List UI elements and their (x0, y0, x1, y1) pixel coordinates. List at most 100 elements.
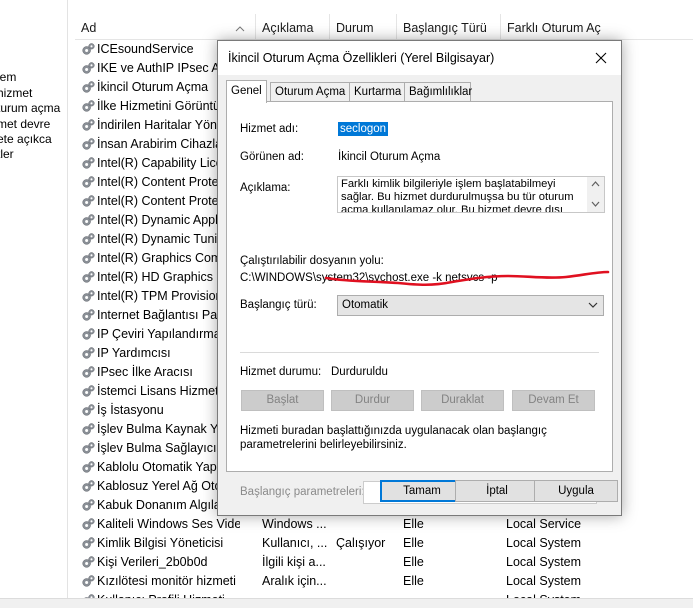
dialog-title: İkincil Oturum Açma Özellikleri (Yerel B… (228, 51, 495, 65)
description-textbox[interactable]: Farklı kimlik bilgileriyle işlem başlata… (337, 176, 605, 213)
description-pane-line: met devre (0, 117, 51, 131)
service-description-cell: İlgili kişi a... (262, 555, 326, 569)
horizontal-scrollbar[interactable] (0, 598, 693, 608)
service-name-cell: Kızılötesi monitör hizmeti (97, 574, 236, 588)
service-log-on-as-cell: Local System (506, 555, 582, 569)
service-description-cell: Kullanıcı, ... (262, 536, 328, 550)
description-pane-line: hizmet (0, 86, 33, 100)
stop-button[interactable]: Durdur (331, 390, 414, 411)
service-name-cell: Kimlik Bilgisi Yöneticisi (97, 536, 224, 550)
gear-icon (81, 574, 96, 589)
sort-ascending-icon (235, 26, 245, 32)
description-label: Açıklama: (240, 182, 291, 194)
column-header-description[interactable]: Açıklama (256, 14, 330, 40)
scroll-down-icon[interactable] (591, 201, 600, 207)
gear-icon (81, 213, 96, 228)
gear-icon (81, 175, 96, 190)
gear-icon (81, 479, 96, 494)
gear-icon (81, 460, 96, 475)
gear-icon (81, 194, 96, 209)
column-header-name[interactable]: Ad (75, 14, 256, 40)
start-parameters-help-text: Hizmeti buradan başlattığınızda uygulana… (240, 425, 547, 451)
description-text: Farklı kimlik bilgileriyle işlem başlata… (341, 178, 574, 213)
gear-icon (81, 555, 96, 570)
tab-general[interactable]: Genel (226, 80, 267, 103)
description-pane-line: tler (0, 147, 14, 161)
service-name-cell: Kaliteli Windows Ses Video ... (97, 517, 240, 531)
column-header-log-on-as[interactable]: Farklı Oturum Aç (501, 14, 693, 40)
gear-icon (81, 403, 96, 418)
gear-icon (81, 156, 96, 171)
description-pane-line: turum açma (0, 101, 61, 115)
display-name-value[interactable]: İkincil Oturum Açma (338, 151, 440, 163)
start-button[interactable]: Başlat (241, 390, 324, 411)
service-status-cell: Çalışıyor (336, 536, 386, 550)
close-icon[interactable] (593, 50, 609, 66)
service-description-pane: lem hizmetturum açma met devreete açıkcatl… (0, 0, 68, 608)
service-status-cell (336, 515, 397, 534)
service-startup-type-cell: Elle (403, 574, 424, 588)
startup-type-value: Otomatik (342, 299, 389, 311)
gear-icon (81, 384, 96, 399)
table-row[interactable]: Kızılötesi monitör hizmeti Aralık için...… (75, 572, 693, 591)
description-pane-line: lem (0, 70, 17, 84)
apply-button[interactable]: Uygula (534, 480, 618, 502)
cancel-button[interactable]: İptal (455, 480, 539, 502)
gear-icon (81, 137, 96, 152)
general-tab-panel: Hizmet adı: seclogon Görünen ad: İkincil… (226, 101, 613, 504)
gear-icon (81, 99, 96, 114)
ok-button[interactable]: Tamam (380, 480, 464, 502)
pause-button[interactable]: Duraklat (421, 390, 504, 411)
description-scrollbar[interactable] (587, 177, 604, 212)
table-row[interactable]: Kişi Verileri_2b0b0d İlgili kişi a... Elle… (75, 553, 693, 572)
service-status-cell (336, 572, 397, 591)
service-description-cell: Aralık için... (262, 574, 327, 588)
service-startup-type-cell: Elle (403, 517, 424, 531)
chevron-down-icon (588, 302, 598, 308)
exe-path-label: Çalıştırılabilir dosyanın yolu: (240, 255, 384, 267)
exe-path-value: C:\WINDOWS\system32\svchost.exe -k netsv… (240, 272, 498, 284)
startup-type-label: Başlangıç türü: (240, 299, 317, 311)
gear-icon (81, 441, 96, 456)
service-properties-dialog: İkincil Oturum Açma Özellikleri (Yerel B… (217, 40, 622, 516)
dialog-titlebar[interactable]: İkincil Oturum Açma Özellikleri (Yerel B… (218, 41, 621, 75)
service-name-value[interactable]: seclogon (338, 122, 389, 136)
service-status-cell (336, 553, 397, 572)
startup-type-dropdown[interactable]: Otomatik (337, 295, 604, 316)
tab-recovery[interactable]: Kurtarma (349, 82, 405, 101)
table-row[interactable]: Kaliteli Windows Ses Video ... Windows ..… (75, 515, 693, 534)
table-row[interactable]: Kimlik Bilgisi Yöneticisi Kullanıcı, ... Ç… (75, 534, 693, 553)
gear-icon (81, 251, 96, 266)
service-startup-type-cell: Elle (403, 536, 424, 550)
tab-log-on[interactable]: Oturum Açma (270, 82, 350, 101)
scroll-up-icon[interactable] (591, 181, 600, 187)
gear-icon (81, 118, 96, 133)
gear-icon (81, 42, 96, 57)
gear-icon (81, 365, 96, 380)
gear-icon (81, 346, 96, 361)
service-status-value: Durduruldu (331, 366, 388, 378)
tab-dependencies[interactable]: Bağımlılıklar (404, 82, 472, 101)
description-pane-line: ete açıkca (0, 132, 52, 146)
dialog-tabs: Genel Oturum Açma Kurtarma Bağımlılıklar (226, 80, 616, 103)
resume-button[interactable]: Devam Et (512, 390, 595, 411)
display-name-label: Görünen ad: (240, 151, 304, 163)
gear-icon (81, 308, 96, 323)
column-header-startup-type[interactable]: Başlangıç Türü (397, 14, 501, 40)
service-log-on-as-cell: Local Service (506, 517, 582, 531)
service-startup-type-cell: Elle (403, 555, 424, 569)
gear-icon (81, 232, 96, 247)
gear-icon (81, 517, 96, 532)
gear-icon (81, 327, 96, 342)
gear-icon (81, 61, 96, 76)
service-log-on-as-cell: Local System (506, 574, 582, 588)
service-description-cell: Windows ... (262, 517, 327, 531)
gear-icon (81, 536, 96, 551)
service-log-on-as-cell: Local System (506, 536, 582, 550)
column-header-status[interactable]: Durum (330, 14, 397, 40)
service-name-cell: Kişi Verileri_2b0b0d (97, 555, 208, 569)
start-parameters-label: Başlangıç parametreleri: (240, 486, 365, 498)
gear-icon (81, 498, 96, 513)
section-divider (240, 352, 599, 353)
gear-icon (81, 422, 96, 437)
